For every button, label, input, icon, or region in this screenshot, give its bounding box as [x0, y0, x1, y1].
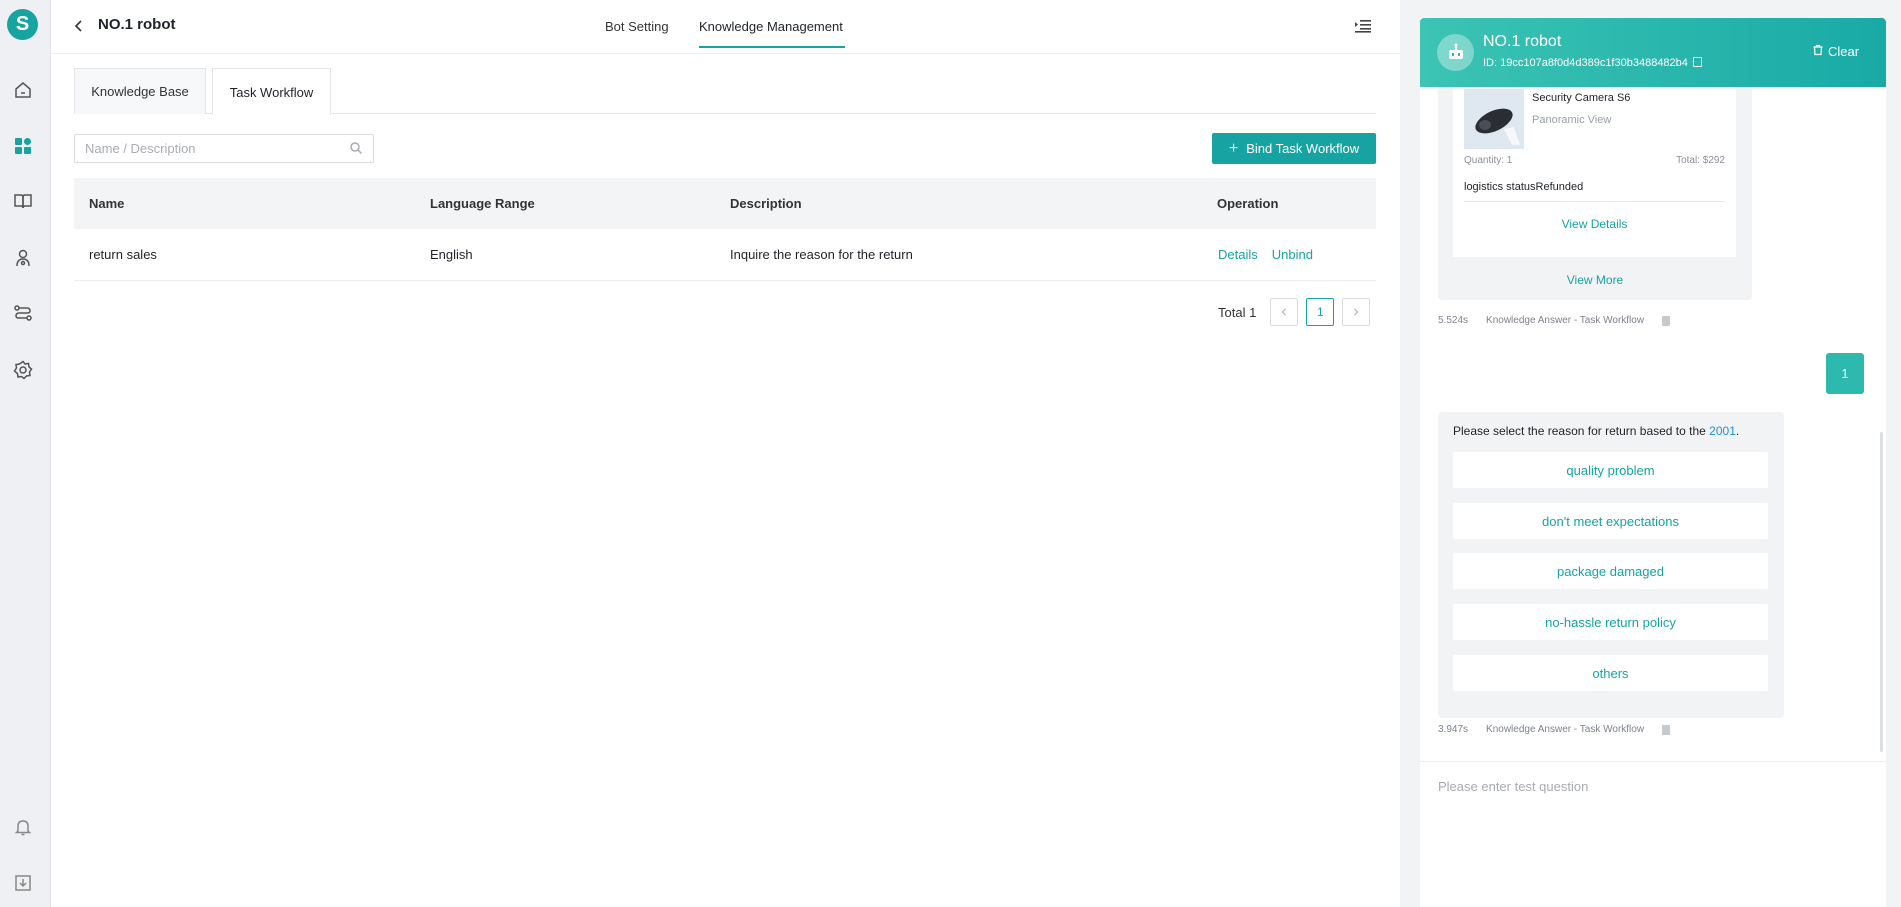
page-1-button[interactable]: 1 — [1306, 298, 1335, 326]
subtab-knowledge-base[interactable]: Knowledge Base — [74, 68, 206, 114]
option-no-hassle-return[interactable]: no-hassle return policy — [1453, 604, 1768, 640]
table-row: return sales English Inquire the reason … — [74, 229, 1376, 281]
row-name: return sales — [89, 247, 157, 262]
option-package-damaged[interactable]: package damaged — [1453, 553, 1768, 589]
reason-prompt: Please select the reason for return base… — [1453, 424, 1739, 438]
response-time: 3.947s — [1438, 724, 1469, 735]
option-quality-problem[interactable]: quality problem — [1453, 452, 1768, 488]
copy-icon[interactable] — [1692, 57, 1702, 67]
chat-bot-name: NO.1 robot — [1483, 33, 1562, 50]
pagination: Total 1 1 — [1218, 298, 1371, 326]
subtab-task-workflow[interactable]: Task Workflow — [212, 68, 331, 115]
search-input[interactable] — [74, 134, 374, 163]
search-icon[interactable] — [349, 141, 363, 155]
column-header-description: Description — [730, 196, 802, 211]
order-message-bubble: Security Camera S6 Panoramic View Quanti… — [1438, 87, 1752, 300]
chat-header: NO.1 robot ID: 19cc107a8f0d4d389c1f30b34… — [1420, 18, 1886, 87]
bind-button-label: Bind Task Workflow — [1246, 141, 1360, 156]
workflow-table: Name Language Range Description Operatio… — [74, 178, 1376, 281]
details-link[interactable]: Details — [1218, 247, 1258, 262]
back-arrow-icon[interactable] — [71, 17, 87, 35]
row-description: Inquire the reason for the return — [730, 247, 913, 262]
app-logo[interactable]: S — [7, 9, 38, 40]
sub-tabs: Knowledge Base Task Workflow — [74, 68, 1376, 115]
clear-label: Clear — [1828, 44, 1860, 59]
tab-knowledge-management[interactable]: Knowledge Management — [699, 19, 843, 34]
view-details-link[interactable]: View Details — [1453, 217, 1736, 231]
response-time: 5.524s — [1438, 315, 1469, 326]
route-icon[interactable] — [12, 302, 34, 324]
product-name: Security Camera S6 — [1532, 92, 1631, 104]
option-others[interactable]: others — [1453, 655, 1768, 691]
prev-page-button[interactable] — [1270, 298, 1299, 326]
column-header-operation: Operation — [1217, 196, 1279, 211]
chat-bot-id: ID: 19cc107a8f0d4d389c1f30b3488482b4 — [1483, 57, 1702, 69]
order-number-link[interactable]: 2001 — [1709, 424, 1736, 438]
logistics-status: logistics statusRefunded — [1464, 181, 1725, 202]
download-icon[interactable] — [12, 872, 34, 894]
collapse-menu-icon[interactable] — [1354, 18, 1372, 34]
main-panel: NO.1 robot Bot Setting Knowledge Managem… — [51, 0, 1400, 907]
option-dont-meet-expectations[interactable]: don't meet expectations — [1453, 503, 1768, 539]
column-header-name: Name — [89, 196, 125, 211]
left-nav-rail: S — [0, 0, 51, 907]
settings-icon[interactable] — [12, 359, 34, 381]
next-page-button[interactable] — [1342, 298, 1371, 326]
user-message: 1 — [1826, 353, 1864, 394]
dashboard-icon[interactable] — [12, 135, 34, 157]
robot-title: NO.1 robot — [98, 16, 176, 33]
row-language: English — [430, 247, 473, 262]
product-image — [1464, 89, 1524, 149]
chat-test-panel: NO.1 robot ID: 19cc107a8f0d4d389c1f30b34… — [1420, 18, 1886, 907]
bell-icon[interactable] — [12, 816, 34, 838]
reason-prompt-end: . — [1735, 424, 1740, 438]
home-icon[interactable] — [12, 79, 34, 101]
plus-icon: + — [1228, 139, 1239, 157]
table-header: Name Language Range Description Operatio… — [74, 178, 1376, 229]
view-more-link[interactable]: View More — [1438, 273, 1752, 287]
answer-source: Knowledge Answer - Task Workflow — [1486, 315, 1645, 326]
active-tab-underline — [699, 46, 845, 48]
tab-bot-setting[interactable]: Bot Setting — [605, 19, 669, 34]
unbind-link[interactable]: Unbind — [1272, 247, 1313, 262]
robot-icon[interactable] — [12, 247, 34, 269]
chat-input-area — [1420, 761, 1886, 907]
trash-icon — [1812, 44, 1824, 59]
bind-task-workflow-button[interactable]: + Bind Task Workflow — [1212, 133, 1376, 164]
reason-message-bubble: Please select the reason for return base… — [1438, 412, 1784, 718]
chat-messages: Security Camera S6 Panoramic View Quanti… — [1420, 87, 1886, 759]
order-total: Total: $292 — [1676, 155, 1725, 166]
bot-avatar — [1437, 34, 1474, 71]
product-subtitle: Panoramic View — [1532, 114, 1612, 126]
message-meta: 3.947s Knowledge Answer - Task Workflow — [1438, 724, 1671, 735]
document-icon[interactable] — [1662, 315, 1671, 326]
top-bar: NO.1 robot Bot Setting Knowledge Managem… — [51, 0, 1400, 54]
document-icon[interactable] — [1662, 724, 1671, 735]
message-meta: 5.524s Knowledge Answer - Task Workflow — [1438, 315, 1671, 326]
row-operations: Details Unbind — [1218, 229, 1327, 280]
book-icon[interactable] — [12, 190, 34, 212]
clear-button[interactable]: Clear — [1812, 44, 1859, 59]
bot-id-text: ID: 19cc107a8f0d4d389c1f30b3488482b4 — [1483, 57, 1688, 69]
order-quantity: Quantity: 1 — [1464, 155, 1513, 166]
column-header-language: Language Range — [430, 196, 535, 211]
order-card: Security Camera S6 Panoramic View Quanti… — [1453, 87, 1736, 257]
test-question-input[interactable] — [1438, 774, 1868, 798]
reason-prompt-text: Please select the reason for return base… — [1453, 424, 1706, 438]
answer-source: Knowledge Answer - Task Workflow — [1486, 724, 1645, 735]
pagination-total: Total 1 — [1218, 304, 1257, 320]
chat-scrollbar[interactable] — [1880, 432, 1883, 752]
